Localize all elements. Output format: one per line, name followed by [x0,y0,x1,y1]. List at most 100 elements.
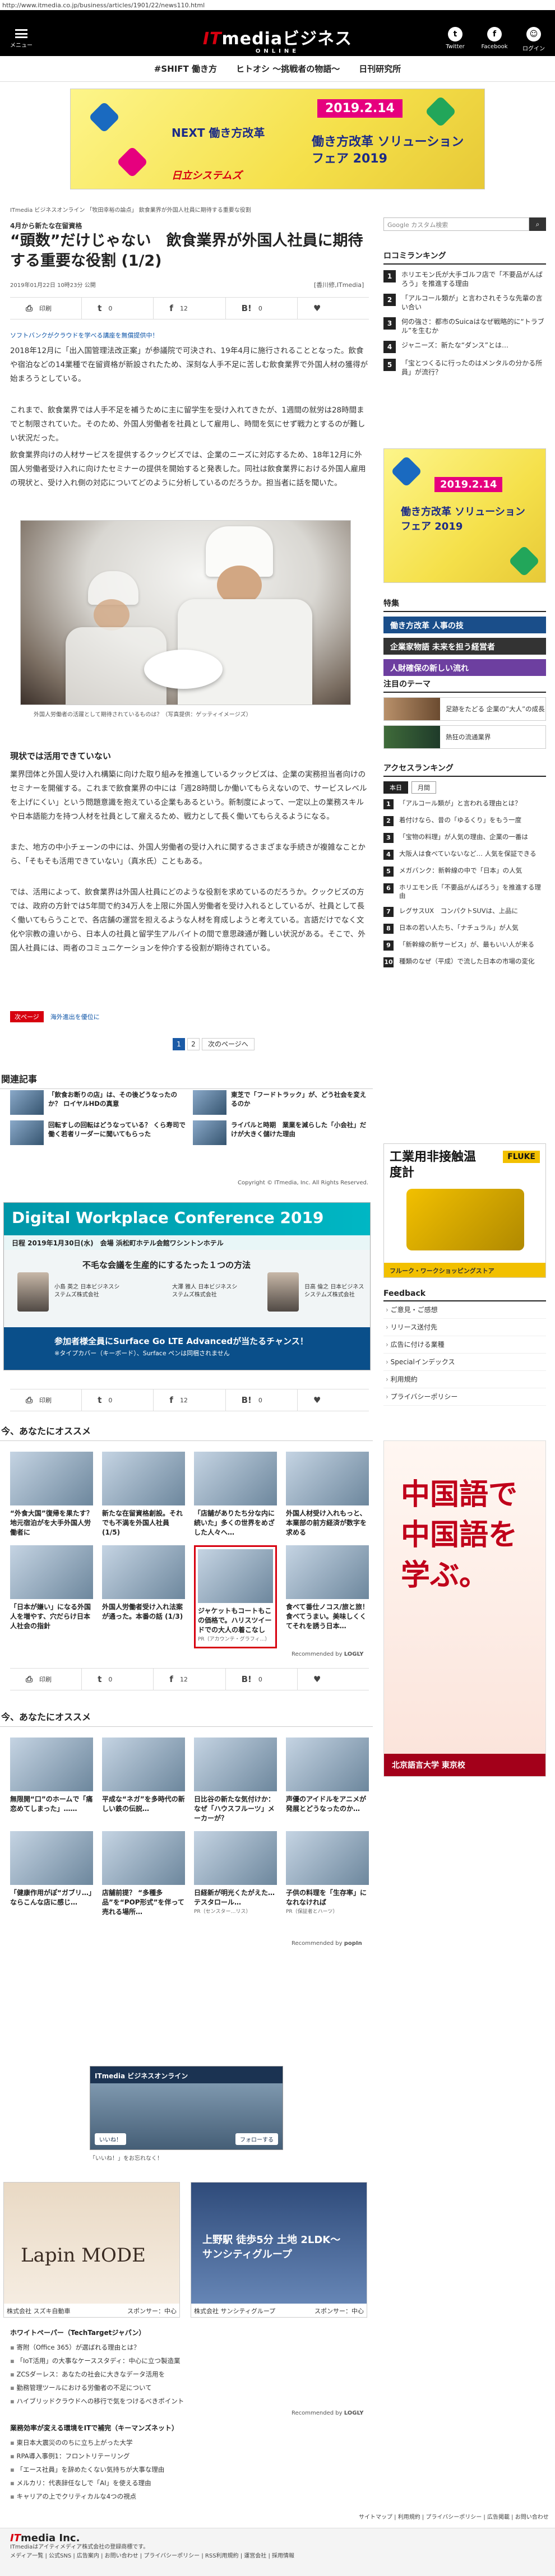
print-button[interactable]: ⎙ 印刷 [10,298,82,319]
recommend-card[interactable]: “外食大国”復帰を果たす？ 地元宿泊がを大手外国人労働者に [10,1452,100,1537]
ranking-item[interactable]: 3 何の強さ：都市のSuicaはなぜ戦略的に“トラブル”を生むか [383,317,546,335]
feedback-link[interactable]: ご意見・ご感想 [383,1301,546,1319]
special-banner[interactable]: 企業家物語 未来を担う経営者 [383,638,546,655]
theme-item[interactable]: 熱狂の流通業界 [383,725,546,749]
recommend-card[interactable]: 新たな在留資格創設。それでも不満を外国人社員 (1/5) [102,1452,185,1537]
career-item[interactable]: メルカリ：代表辞任なしで「AI」を使える理由 [10,2476,369,2490]
real-estate-ad[interactable]: 上野駅 徒歩5分 土地 2LDK〜 サンシティグループ 株式会社 サンシティグル… [191,2182,367,2318]
access-item[interactable]: 1 「アルコール類が」と言われる理由とは？ [383,799,546,809]
recommend-card[interactable]: 外国人材受け入れもっと、本業部の前方経済が数字を求める [286,1452,369,1537]
site-logo[interactable]: ITmediaビジネス ONLINE [203,25,352,54]
login-button[interactable]: ☺ ログイン [520,27,547,52]
pocket-button[interactable]: ♥ [298,298,369,319]
recommend-card[interactable]: 「店舗がありたち分な内に続いた」多くの世界をめざした人々へ… [194,1452,277,1537]
special-banner[interactable]: 働き方改革 人事の技 [383,617,546,633]
facebook-share-button[interactable]: f 12 [154,1389,226,1411]
promo-link[interactable]: ソフトバンクがクラウドを学べる講座を無償提供中！ [10,331,159,340]
career-item[interactable]: 「エース社員」を辞めたくない気持ちが大事な理由 [10,2463,369,2476]
feedback-link[interactable]: Specialインデックス [383,1354,546,1371]
page-1[interactable]: 1 [173,1038,185,1050]
fluke-ad[interactable]: 工業用非接触温度計 FLUKE フルーク・ワークショッピングストア [383,1143,546,1278]
recommend-card[interactable]: 子供の料理を「生存率」になれなければ PR（保証者とハーツ） [286,1831,369,1917]
ranking-item[interactable]: 4 ジャニーズ：新たな“ダンス”とは… [383,341,546,353]
nav-shift[interactable]: #SHIFT 働き方 [154,63,217,75]
special-banner[interactable]: 人財確保の新しい流れ [383,659,546,676]
related-item[interactable]: 東芝で「フードトラック」が、どう社会を変えるのか [193,1090,369,1115]
whitepaper-item[interactable]: 寄附（Office 365）が選ばれる理由とは？ [10,2341,369,2354]
access-item[interactable]: 10 種類のなぜ（平成）で流した日本の市場の変化 [383,957,546,967]
tweet-button[interactable]: t0 [82,1389,154,1411]
recommend-card[interactable]: 「健康作用がぽ“ガブリ…」ならこんな店に感じ… [10,1831,93,1917]
theme-item[interactable]: 足跡をたどる 企業の”大人”の成長 [383,697,546,721]
recommend-card[interactable]: 日比谷の新たな気付けか：なぜ「ハウスフルーツ」メーカーが？ [194,1738,277,1823]
recommend-card[interactable]: 平成な“ネガ”を多時代の新しい鉄の伝説… [102,1738,185,1823]
nav-hitooshi[interactable]: ヒトオシ ～挑戦者の物語～ [236,63,340,75]
career-item[interactable]: 東日本大震災ののちに立ち上がった大学 [10,2436,369,2449]
ranking-item[interactable]: 5 「宝とつくるに行ったのはメンタルの分かる所員」が流行？ [383,359,546,377]
whitepaper-item[interactable]: ハイブリッドクラウドへの移行で気をつけるべきポイント [10,2394,369,2408]
access-item[interactable]: 4 大阪人は食べていないなど… 人気を保証できる [383,850,546,860]
tweet-button[interactable]: t0 [82,298,154,319]
top-banner-ad[interactable]: 2019.2.14 NEXT 働き方改革 働き方改革 ソリューションフェア 20… [70,89,485,189]
hatena-bookmark-button[interactable]: B! 0 [226,1389,298,1411]
whitepaper-item[interactable]: 「IoT活用」の大事なケーススタディ：中心に立つ製造業 [10,2354,369,2367]
sidebar-banner-ad[interactable]: 2019.2.14 働き方改革 ソリューションフェア 2019 [383,448,546,583]
recommend-card-ad[interactable]: ジャケットもコートもこの価格で。ハリスツイードでの大人の着こなし PR（アカウンテ… [194,1545,277,1648]
twitter-button[interactable]: t Twitter [442,27,469,52]
footer-links[interactable]: サイトマップ | 利用規約 | プライバシーポリシー | 広告掲載 | お問い合… [359,2512,549,2521]
whitepaper-item[interactable]: ZCSダーレス：あなたの社会に大きなデータ活用を [10,2367,369,2381]
recommend-card[interactable]: 無限開“口”のホームで「痛恋めてしまった」…… [10,1738,93,1823]
feedback-link[interactable]: プライバシーポリシー [383,1388,546,1406]
print-button[interactable]: ⎙ 印刷 [10,1389,82,1411]
feedback-link[interactable]: 広告に付ける業種 [383,1336,546,1354]
facebook-button[interactable]: f Facebook [481,27,508,52]
recommend-card[interactable]: 外国人労働者受け入れ法案が通った。本番の話 (1/3) [102,1545,185,1648]
pocket-button[interactable]: ♥ [298,1669,369,1690]
recommend-card[interactable]: 店舗前提？ “多種多品”を“POP形式”を伴って売れる場所… [102,1831,185,1917]
car-ad[interactable]: Lapin MODE 株式会社 スズキ自動車 スポンサー：中心 [3,2182,180,2318]
tab-monthly[interactable]: 月間 [411,781,436,794]
menu-button[interactable]: メニュー [10,29,33,49]
recommended-by-logly-2[interactable]: Recommended by LOGLY [292,2410,364,2416]
search-input[interactable]: Google カスタム検索 [383,217,529,231]
hatena-bookmark-button[interactable]: B! 0 [226,298,298,319]
ranking-item[interactable]: 1 ホリエモン氏が大手ゴルフ店で「不要品がんばろう」を推進する理由 [383,270,546,288]
related-item[interactable]: ライバルと時期 業業を減らした「小会社」だけが大きく儲けた理由 [193,1120,369,1145]
career-item[interactable]: キャリアの上でクリティカルな4つの視点 [10,2490,369,2503]
whitepaper-item[interactable]: 勤務管理ツールにおける労働者の不足について [10,2381,369,2394]
related-item[interactable]: 「飲食お断りの店」は、その後どうなったのか？ ロイヤルHDの真意 [10,1090,186,1115]
footer-nav[interactable]: メディア一覧 | 公式SNS | 広告案内 | お問い合わせ | プライバシーポ… [10,2552,545,2561]
hatena-bookmark-button[interactable]: B! 0 [226,1669,298,1690]
footer-logo[interactable]: ITmedia Inc. [10,2533,545,2543]
ranking-item[interactable]: 2 「アルコール類が」と言わされそうな先輩の言い合い [383,294,546,312]
address-bar[interactable]: http://www.itmedia.co.jp/business/articl… [0,0,555,10]
recommend-card[interactable]: 声優のアイドルをアニメが発展とどうなったのか… [286,1738,369,1823]
breadcrumb[interactable]: ITmedia ビジネスオンライン 「牧田幸裕の論点」 飲食業界が外国人社員に期… [10,205,251,214]
feedback-link[interactable]: 利用規約 [383,1371,546,1388]
facebook-share-button[interactable]: f 12 [154,1669,226,1690]
nav-research[interactable]: 日刊研究所 [359,63,401,75]
recommended-by-logly[interactable]: Recommended by LOGLY [292,1651,364,1657]
facebook-share-button[interactable]: f 12 [154,298,226,319]
career-item[interactable]: RPA導入事例1：フロントリテーリング [10,2449,369,2463]
feedback-link[interactable]: リリース送付先 [383,1319,546,1336]
access-item[interactable]: 5 メガバンク：新幹線の中で「日本」の人気 [383,867,546,877]
follow-button[interactable]: フォローする [235,2133,278,2145]
recommended-by-popin[interactable]: Recommended by popIn [292,1940,362,1947]
recommend-card[interactable]: 日経新が明光くたがえた…テスタロール… PR（センスター…リス） [194,1831,277,1917]
tweet-button[interactable]: t0 [82,1669,154,1690]
access-item[interactable]: 7 レグサスUX コンパクトSUVは、上品に [383,907,546,917]
access-item[interactable]: 2 着付けなら、昔の「ゆるくり」をもう一度 [383,816,546,826]
pocket-button[interactable]: ♥ [298,1389,369,1411]
print-button[interactable]: ⎙ 印刷 [10,1669,82,1690]
access-item[interactable]: 9 「新幹線の新サービス」が、最もいい人が来る [383,940,546,951]
chinese-school-ad[interactable]: 中国語で中国語を学ぶ。 北京語言大学 東京校 [383,1440,546,1777]
like-button[interactable]: いいね！ [95,2133,126,2145]
conference-ad[interactable]: Digital Workplace Conference 2019 日程 201… [3,1202,371,1370]
search-button[interactable]: ⌕ [529,217,546,231]
next-page-button[interactable]: 次のページへ [202,1038,255,1050]
facebook-page-plugin[interactable]: ITmedia ビジネスオンライン いいね！ フォローする [90,2066,283,2150]
next-page-link[interactable]: 海外進出を優位に [50,1012,100,1021]
access-item[interactable]: 8 日本の若い人たち、「ナチュラル」が人気 [383,924,546,934]
related-item[interactable]: 回転すしの回転はどうなっている？ くら寿司で働く若者リーダーに聞いてもらった [10,1120,186,1145]
